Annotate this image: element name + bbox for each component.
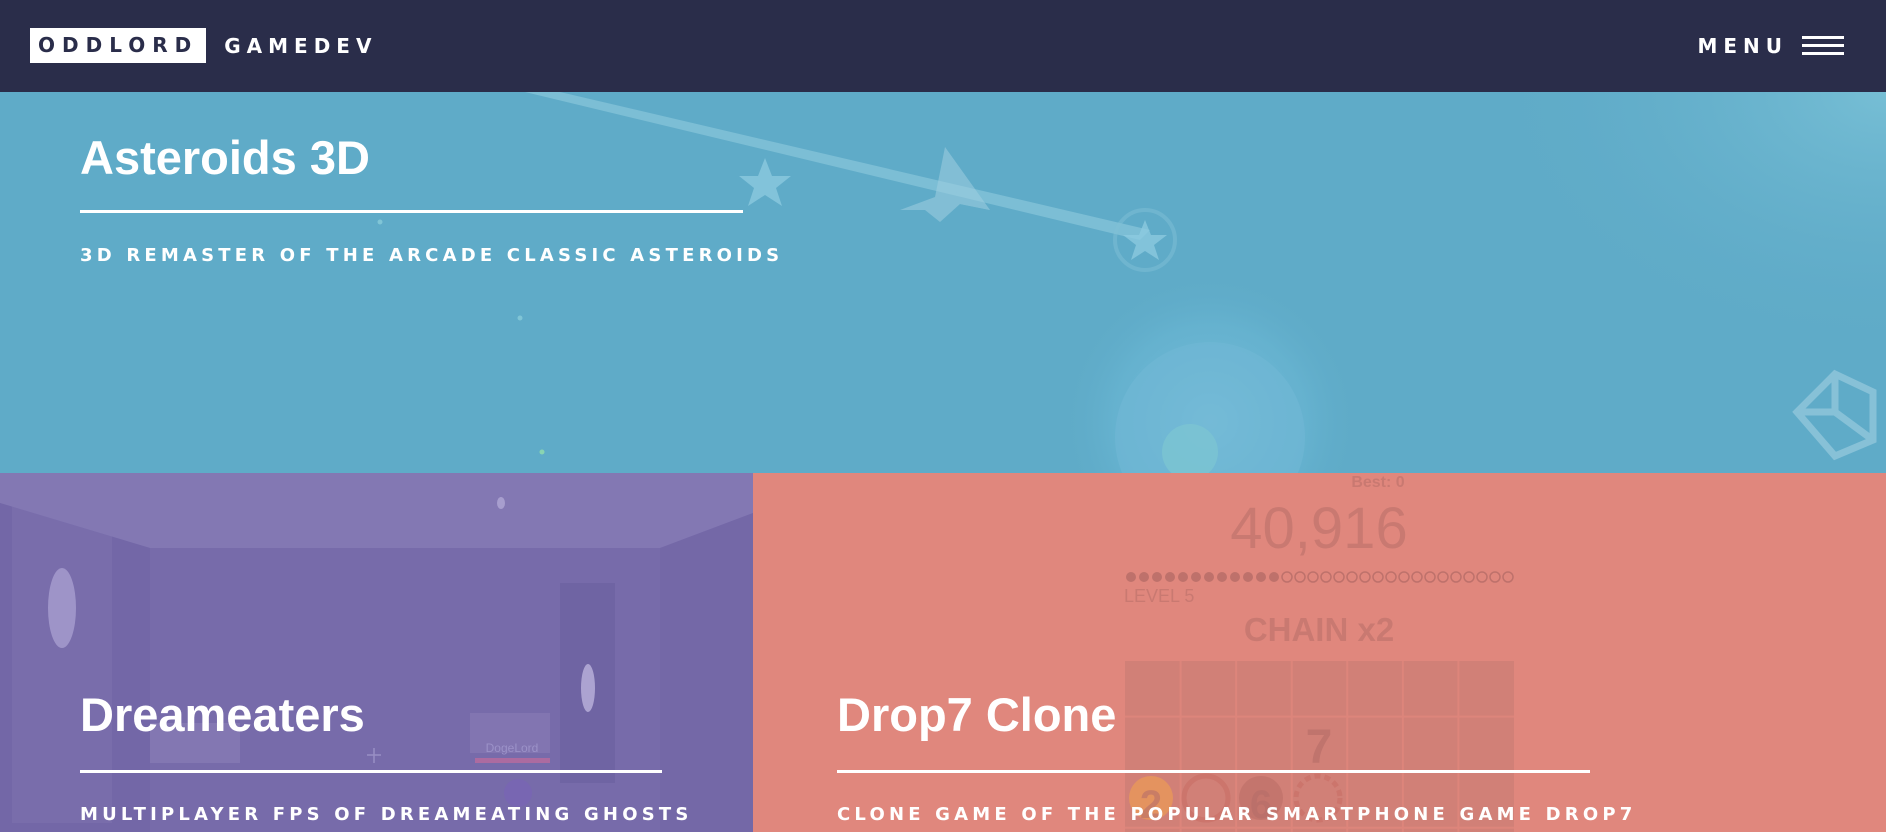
- project-tile-dreameaters[interactable]: DogeLord Dreameaters MULTIPLAYER FPS OF …: [0, 473, 753, 832]
- progress-dot-empty: [1372, 571, 1384, 583]
- progress-dot-empty: [1476, 571, 1488, 583]
- progress-dot-empty: [1450, 571, 1462, 583]
- progress-dot-filled: [1217, 572, 1227, 582]
- progress-dot-empty: [1346, 571, 1358, 583]
- progress-dot-empty: [1424, 571, 1436, 583]
- progress-dot-empty: [1307, 571, 1319, 583]
- project-subtitle: MULTIPLAYER FPS OF DREAMEATING GHOSTS: [80, 804, 693, 825]
- progress-dot-empty: [1489, 571, 1501, 583]
- progress-dot-filled: [1230, 572, 1240, 582]
- project-title: Asteroids 3D: [80, 131, 370, 184]
- progress-dot-empty: [1333, 571, 1345, 583]
- progress-dot-filled: [1204, 572, 1214, 582]
- progress-dot-empty: [1320, 571, 1332, 583]
- progress-dot-empty: [1437, 571, 1449, 583]
- menu-label: MENU: [1697, 34, 1788, 58]
- project-tile-asteroids-3d[interactable]: Asteroids 3D 3D REMASTER OF THE ARCADE C…: [0, 92, 1886, 473]
- progress-dot-empty: [1463, 571, 1475, 583]
- progress-dot-empty: [1398, 571, 1410, 583]
- project-title: Dreameaters: [80, 688, 365, 741]
- project-subtitle: CLONE GAME OF THE POPULAR SMARTPHONE GAM…: [837, 804, 1637, 825]
- site-header: ODDLORD GAMEDEV MENU: [0, 0, 1886, 92]
- hamburger-icon: [1802, 35, 1844, 57]
- logo-box: ODDLORD: [30, 28, 207, 63]
- progress-dot-filled: [1191, 572, 1201, 582]
- chain-label: CHAIN x2: [1244, 611, 1394, 648]
- best-score-label: Best: 0: [1351, 474, 1404, 491]
- progress-dot-filled: [1256, 572, 1266, 582]
- menu-button[interactable]: MENU: [1697, 30, 1844, 62]
- grid-cell-number: 7: [1306, 721, 1333, 774]
- game-score: 40,916: [1230, 496, 1407, 561]
- title-divider: [837, 770, 1590, 773]
- progress-dot-filled: [1126, 572, 1136, 582]
- progress-dot-empty: [1502, 571, 1514, 583]
- site-logo[interactable]: ODDLORD GAMEDEV: [30, 28, 377, 63]
- progress-dot-filled: [1165, 572, 1175, 582]
- progress-dot-filled: [1152, 572, 1162, 582]
- progress-dot-filled: [1243, 572, 1253, 582]
- title-divider: [80, 210, 743, 213]
- progress-dot-empty: [1281, 571, 1293, 583]
- progress-dot-empty: [1359, 571, 1371, 583]
- project-title: Drop7 Clone: [837, 688, 1117, 741]
- progress-dot-empty: [1294, 571, 1306, 583]
- level-progress-dots: [1126, 571, 1514, 583]
- progress-dot-filled: [1139, 572, 1149, 582]
- progress-dot-empty: [1411, 571, 1423, 583]
- progress-dot-filled: [1269, 572, 1279, 582]
- level-label: LEVEL 5: [1124, 586, 1194, 606]
- progress-dot-filled: [1178, 572, 1188, 582]
- player-name-tag: DogeLord: [486, 741, 539, 755]
- project-tile-drop7-clone[interactable]: Best: 0 40,916 LEVEL 5 CHAIN x2 7 2 6 Dr…: [753, 473, 1886, 832]
- project-subtitle: 3D REMASTER OF THE ARCADE CLASSIC ASTERO…: [80, 245, 784, 266]
- progress-dot-empty: [1385, 571, 1397, 583]
- dreameaters-background-art: DogeLord: [0, 473, 753, 832]
- title-divider: [80, 770, 662, 773]
- drop7-background-art: Best: 0 40,916 LEVEL 5 CHAIN x2 7 2 6: [1124, 474, 1514, 832]
- logo-text: GAMEDEV: [224, 33, 378, 58]
